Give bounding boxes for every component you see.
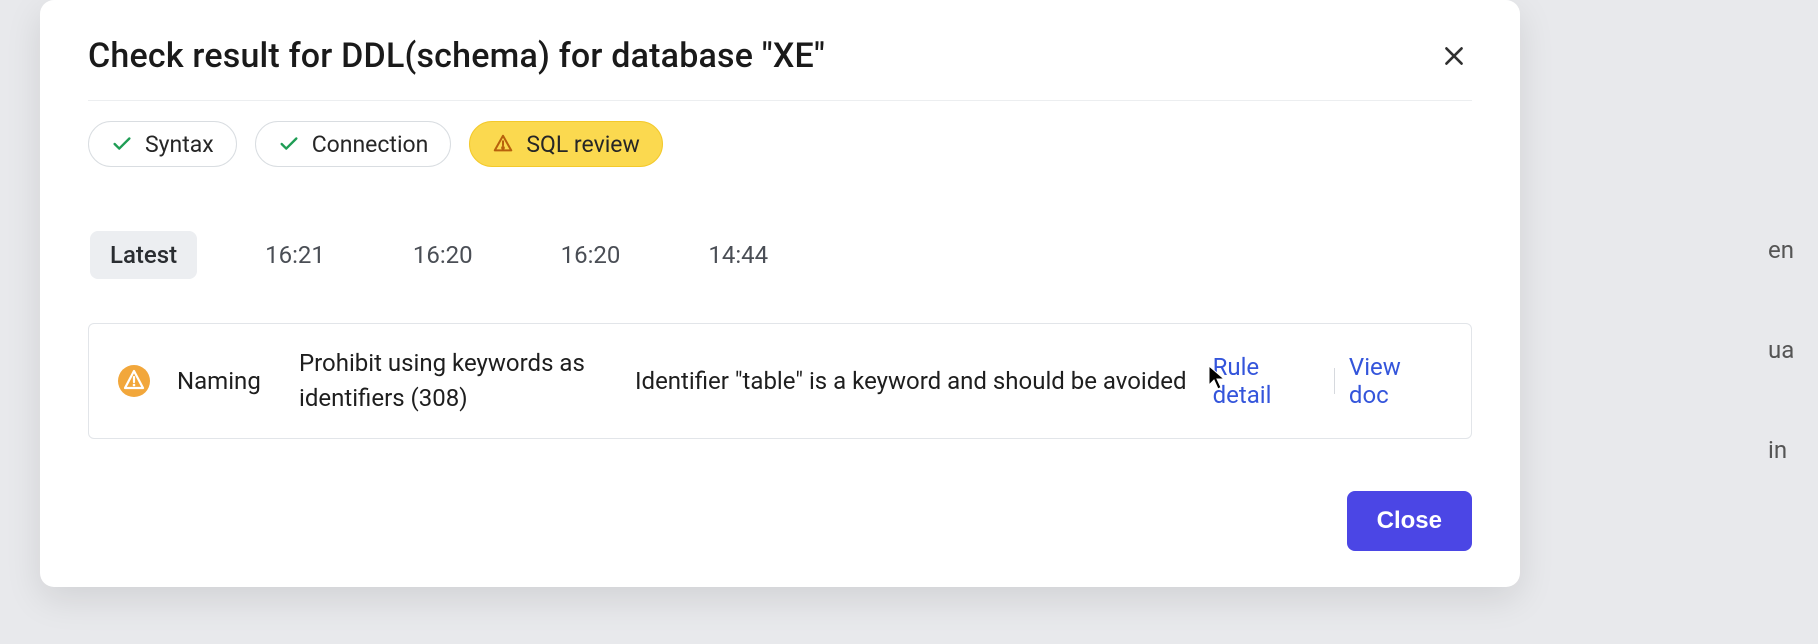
modal-header: Check result for DDL(schema) for databas… xyxy=(88,36,1472,101)
time-tab[interactable]: 16:20 xyxy=(393,231,493,279)
time-tab[interactable]: 16:20 xyxy=(541,231,641,279)
close-icon[interactable] xyxy=(1436,38,1472,74)
status-pill-sql-review[interactable]: SQL review xyxy=(469,121,662,167)
modal-title: Check result for DDL(schema) for databas… xyxy=(88,36,825,76)
time-tab[interactable]: 14:44 xyxy=(688,231,788,279)
result-row: Naming Prohibit using keywords as identi… xyxy=(88,323,1472,439)
warning-icon xyxy=(117,364,151,398)
status-pill-row: Syntax Connection SQL review xyxy=(88,121,1472,167)
status-pill-label: SQL review xyxy=(526,131,639,158)
status-pill-label: Connection xyxy=(312,131,429,158)
check-result-modal: Check result for DDL(schema) for databas… xyxy=(40,0,1520,587)
check-icon xyxy=(111,133,133,155)
background-peek: en ua in xyxy=(1768,200,1818,500)
result-message: Identifier "table" is a keyword and shou… xyxy=(635,367,1187,395)
status-pill-label: Syntax xyxy=(145,131,214,158)
link-separator xyxy=(1334,368,1335,394)
warning-icon xyxy=(492,133,514,155)
result-links: Rule detail View doc xyxy=(1213,353,1443,409)
view-doc-link[interactable]: View doc xyxy=(1349,353,1443,409)
check-icon xyxy=(278,133,300,155)
status-pill-syntax[interactable]: Syntax xyxy=(88,121,237,167)
time-tabs: Latest 16:21 16:20 16:20 14:44 xyxy=(88,231,1472,279)
time-tab-latest[interactable]: Latest xyxy=(90,231,197,279)
status-pill-connection[interactable]: Connection xyxy=(255,121,452,167)
modal-footer: Close xyxy=(88,491,1472,551)
close-button[interactable]: Close xyxy=(1347,491,1472,551)
rule-detail-link[interactable]: Rule detail xyxy=(1213,353,1320,409)
result-rule: Prohibit using keywords as identifiers (… xyxy=(299,346,609,416)
result-category: Naming xyxy=(177,367,273,395)
time-tab[interactable]: 16:21 xyxy=(245,231,345,279)
